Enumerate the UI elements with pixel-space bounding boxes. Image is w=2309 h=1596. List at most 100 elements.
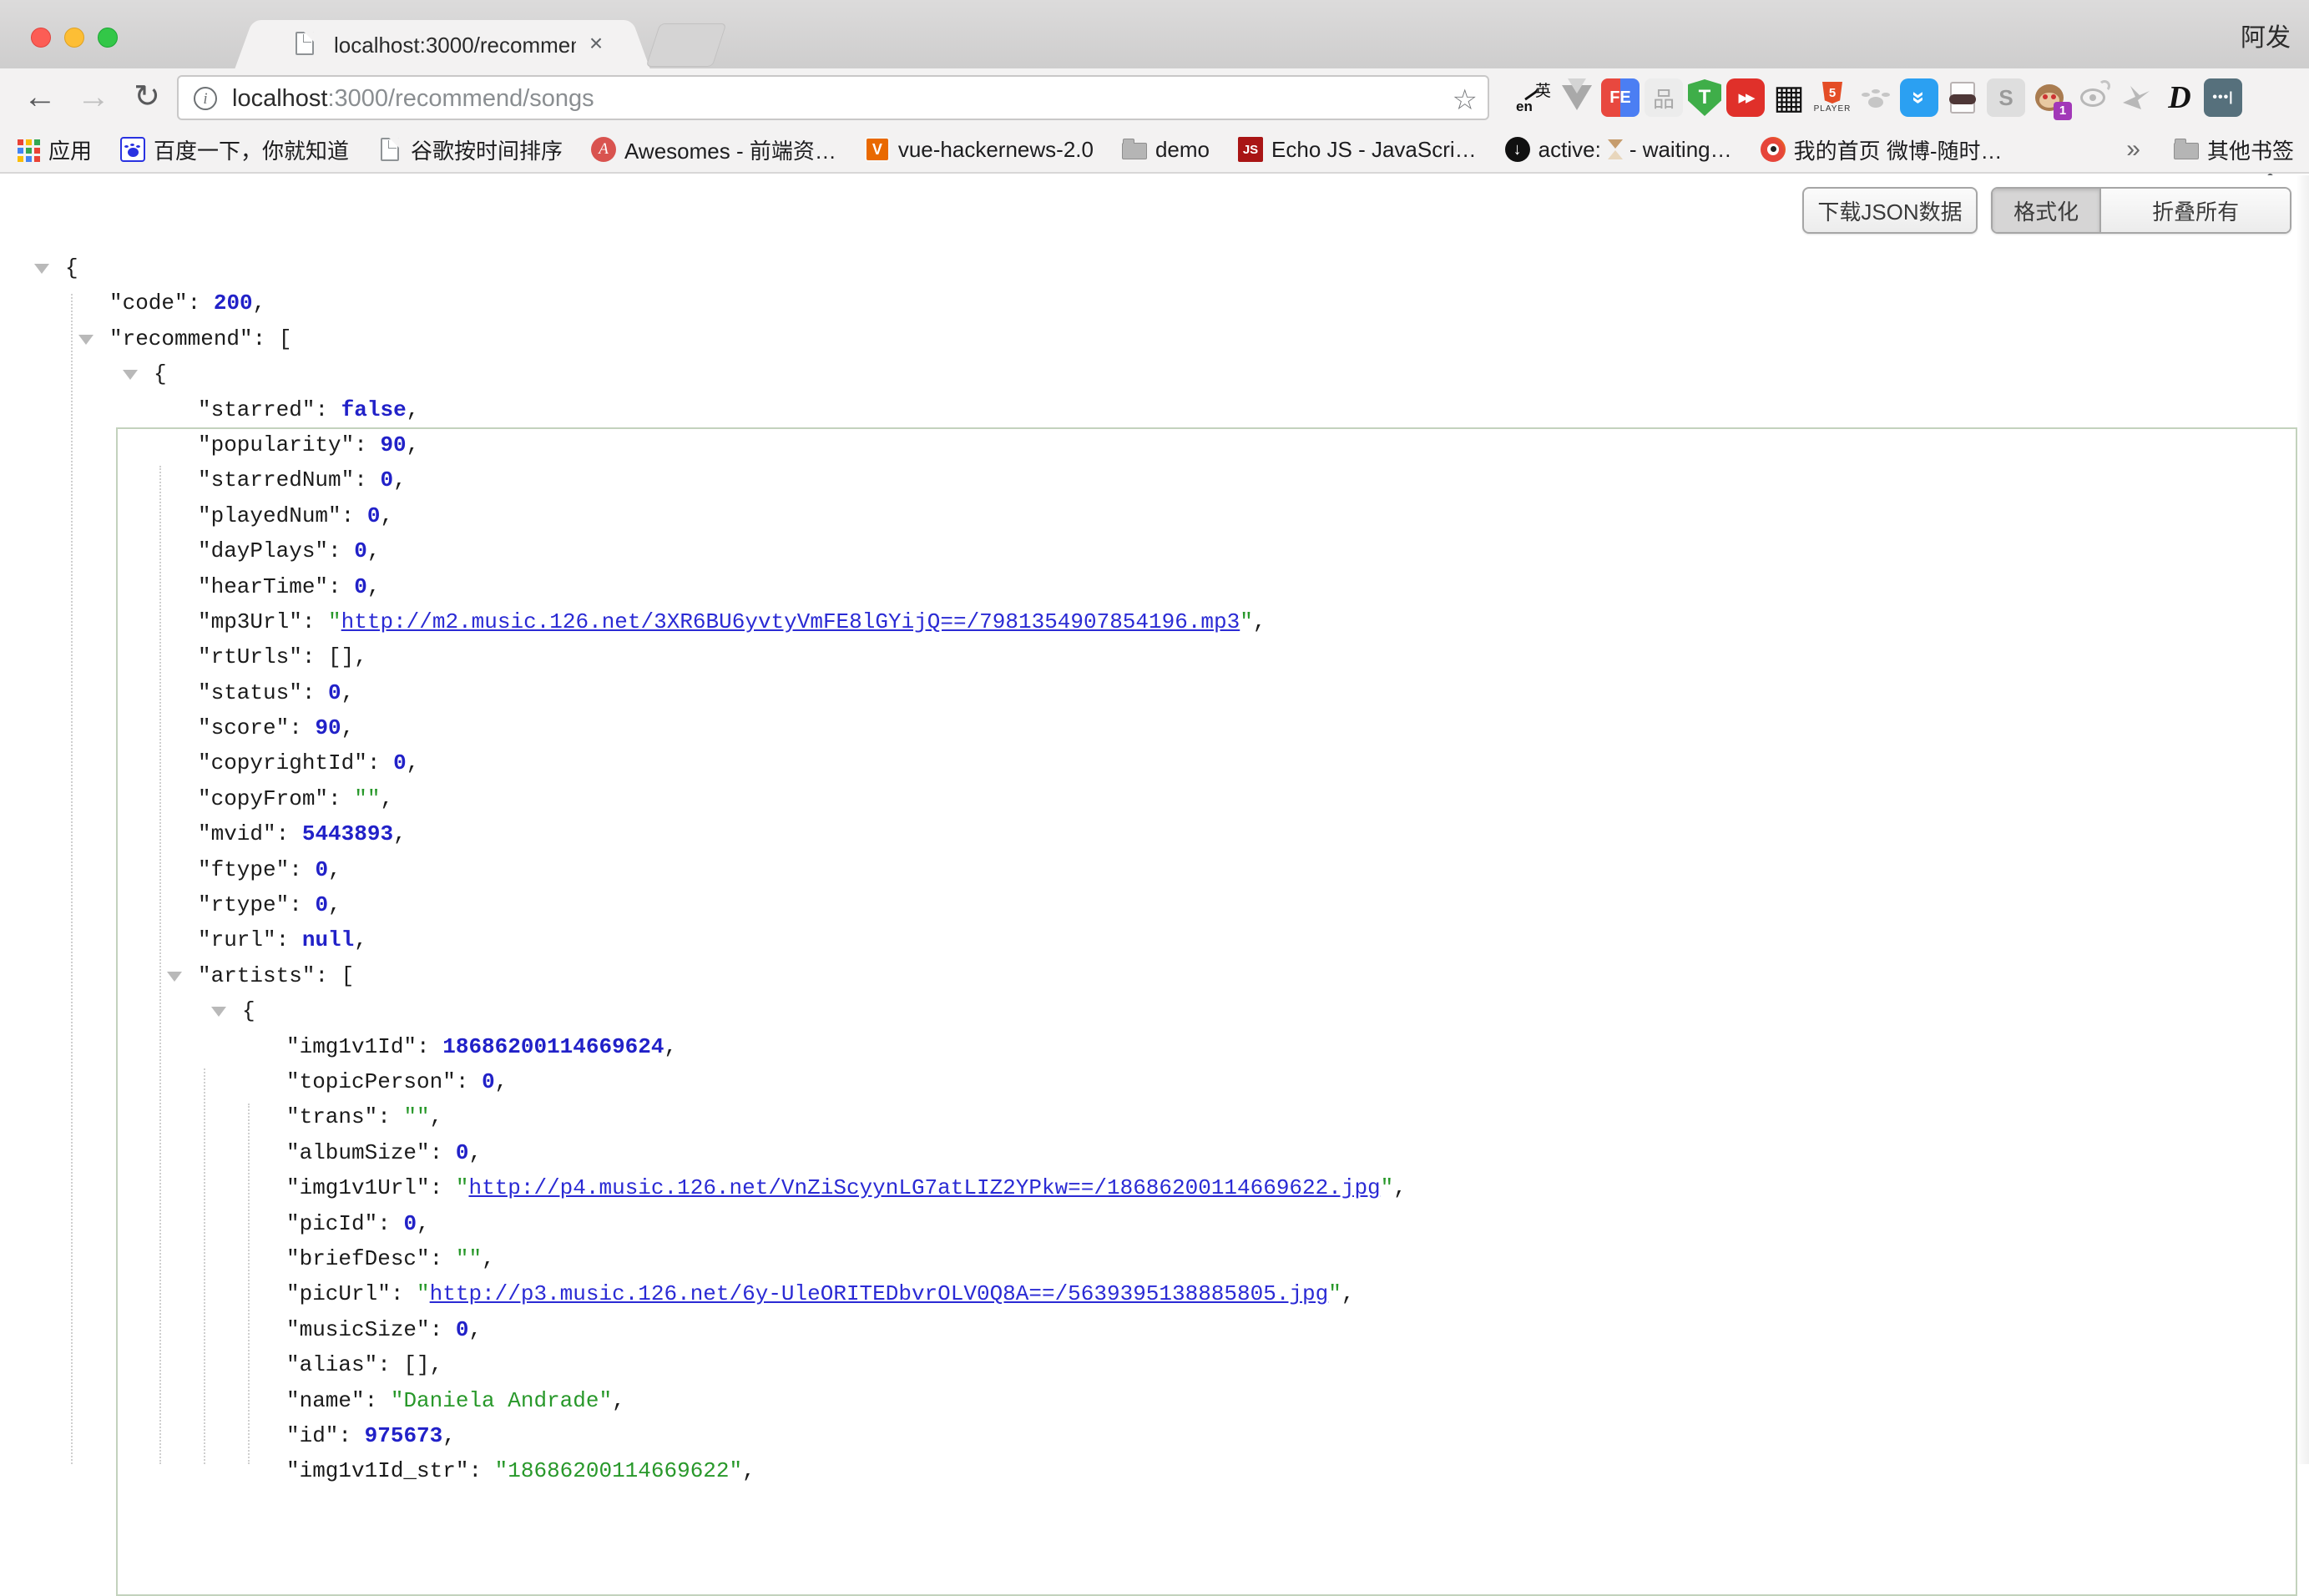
site-info-icon[interactable]: [194, 87, 217, 110]
json-line: "picUrl": "http://p3.music.126.net/6y-Ul…: [0, 1276, 2309, 1311]
monkey-icon[interactable]: 1: [2030, 78, 2069, 117]
incognito-doc-icon[interactable]: [1943, 78, 1982, 117]
bookmark-item[interactable]: AAwesomes - 前端资…: [591, 134, 836, 165]
bird-icon[interactable]: [2117, 78, 2155, 117]
reload-icon[interactable]: [125, 75, 169, 119]
json-token-punc: :: [328, 574, 354, 599]
bookmark-item[interactable]: 谷歌按时间排序: [377, 134, 563, 165]
video-icon[interactable]: ▶▶: [1726, 78, 1765, 117]
json-token-punc: ,: [417, 1211, 430, 1236]
browser-tab[interactable]: localhost:3000/recommend/so: [259, 20, 626, 68]
bookmark-item[interactable]: 应用: [15, 134, 92, 165]
collapse-arrow-icon[interactable]: [78, 335, 93, 345]
address-bar[interactable]: localhost:3000/recommend/songs: [177, 75, 1489, 120]
bookmark-item[interactable]: Vvue-hackernews-2.0: [865, 137, 1094, 163]
back-icon[interactable]: [18, 75, 62, 119]
other-bookmarks-button[interactable]: 其他书签: [2174, 134, 2294, 165]
collapse-all-button[interactable]: 折叠所有: [2101, 189, 2290, 232]
json-token-num: 0: [380, 467, 393, 492]
collapse-arrow-icon[interactable]: [123, 370, 138, 380]
json-token-key: "copyFrom": [198, 786, 328, 811]
bookmark-item[interactable]: 百度一下，你就知道: [120, 134, 349, 165]
bookmark-item[interactable]: active:- waiting…: [1505, 137, 1732, 163]
json-token-punc: ,: [393, 821, 407, 846]
baidu-icon: [120, 137, 145, 162]
format-button[interactable]: 格式化: [1993, 189, 2101, 232]
bookmark-item[interactable]: 我的首页 微博-随时…: [1761, 134, 2003, 165]
json-token-punc: :: [188, 290, 214, 316]
json-url-link[interactable]: http://p4.music.126.net/VnZiScyynLG7atLI…: [468, 1175, 1380, 1200]
translate-icon[interactable]: 英en: [1514, 78, 1553, 117]
zoom-window-button[interactable]: [98, 28, 118, 48]
json-token-punc: :: [302, 680, 328, 705]
json-token-str: ": [456, 1175, 469, 1200]
org-chart-icon[interactable]: 品: [1645, 78, 1683, 117]
json-token-punc: ,: [328, 857, 341, 882]
json-token-key: "recommend": [109, 326, 253, 351]
json-token-punc: ,: [495, 1069, 508, 1094]
json-token-num: 200: [214, 290, 253, 316]
password-icon[interactable]: •••|: [2204, 78, 2242, 117]
url-path: :3000/recommend/songs: [327, 85, 594, 112]
json-token-key: "hearTime": [198, 574, 328, 599]
json-token-punc: : []: [302, 644, 354, 669]
bookmark-star-icon[interactable]: [1453, 83, 1478, 117]
weibo-gray-icon[interactable]: [2074, 78, 2112, 117]
json-line: "picId": 0,: [0, 1206, 2309, 1241]
json-token-num: 0: [367, 503, 381, 528]
json-line: "starredNum": 0,: [0, 462, 2309, 497]
bookmarks-bar: 应用百度一下，你就知道谷歌按时间排序 AAwesomes - 前端资… Vvue-h…: [0, 127, 2309, 174]
json-token-punc: ,: [380, 503, 393, 528]
json-token-str: "": [456, 1246, 482, 1271]
json-token-punc: :: [377, 1211, 403, 1236]
json-token-punc: ,: [354, 927, 367, 952]
new-tab-button[interactable]: [646, 23, 727, 67]
json-line: "topicPerson": 0,: [0, 1064, 2309, 1099]
json-token-punc: :: [367, 750, 393, 775]
folder-icon: [1122, 137, 1147, 162]
s-icon[interactable]: S: [1987, 78, 2025, 117]
bookmark-item[interactable]: demo: [1122, 137, 1210, 163]
downloader-icon[interactable]: »: [1900, 78, 1938, 117]
shield-icon[interactable]: T: [1688, 79, 1721, 116]
json-line: "rtUrls": [],: [0, 639, 2309, 674]
json-token-punc: ,: [367, 574, 381, 599]
close-window-button[interactable]: [31, 28, 51, 48]
tab-close-icon[interactable]: [584, 32, 608, 55]
json-token-key: "rtype": [198, 892, 289, 917]
collapse-arrow-icon[interactable]: [34, 264, 49, 274]
fehelper-icon[interactable]: FE: [1601, 78, 1640, 117]
bookmark-label: vue-hackernews-2.0: [898, 137, 1094, 163]
vue-icon[interactable]: [1558, 78, 1596, 117]
profile-name: 阿发: [2241, 17, 2291, 53]
json-url-link[interactable]: http://p3.music.126.net/6y-UleORITEDbvrO…: [430, 1281, 1329, 1306]
vue-orange-icon: V: [865, 137, 890, 162]
minimize-window-button[interactable]: [64, 28, 84, 48]
json-viewer: {"code": 200,"recommend": [{"starred": f…: [0, 250, 2309, 1464]
bookmark-item[interactable]: JSEcho JS - JavaScri…: [1238, 137, 1477, 163]
json-token-punc: ,: [341, 715, 355, 740]
qrcode-icon[interactable]: ▦: [1770, 78, 1808, 117]
json-url-link[interactable]: http://m2.music.126.net/3XR6BU6yvtyVmFE8…: [341, 609, 1240, 634]
json-token-punc: :: [302, 609, 328, 634]
json-token-num: 0: [456, 1317, 469, 1342]
json-token-key: "img1v1Id": [286, 1034, 417, 1059]
paw-icon[interactable]: [1857, 78, 1895, 117]
json-token-punc: ,: [407, 397, 420, 422]
json-token-num: 90: [315, 715, 341, 740]
extensions-row: 英en FE品T▶▶▦5PLAYER » S 1 D•••|: [1514, 78, 2242, 118]
html5-player-icon[interactable]: 5PLAYER: [1813, 78, 1852, 117]
collapse-arrow-icon[interactable]: [211, 1007, 226, 1017]
collapse-arrow-icon[interactable]: [167, 972, 182, 982]
json-token-punc: {: [65, 255, 78, 280]
bookmarks-overflow-icon[interactable]: »: [2126, 135, 2140, 164]
extension-badge: 1: [2054, 102, 2072, 120]
json-token-punc: ,: [468, 1317, 482, 1342]
json-token-punc: ,: [1341, 1281, 1355, 1306]
json-token-punc: :: [430, 1140, 456, 1165]
json-token-punc: ,: [407, 432, 420, 457]
d-icon[interactable]: D: [2160, 78, 2199, 117]
json-tree: {"code": 200,"recommend": [{"starred": f…: [0, 250, 2309, 1489]
download-json-button[interactable]: 下载JSON数据: [1802, 187, 1978, 234]
json-line: "mvid": 5443893,: [0, 816, 2309, 851]
